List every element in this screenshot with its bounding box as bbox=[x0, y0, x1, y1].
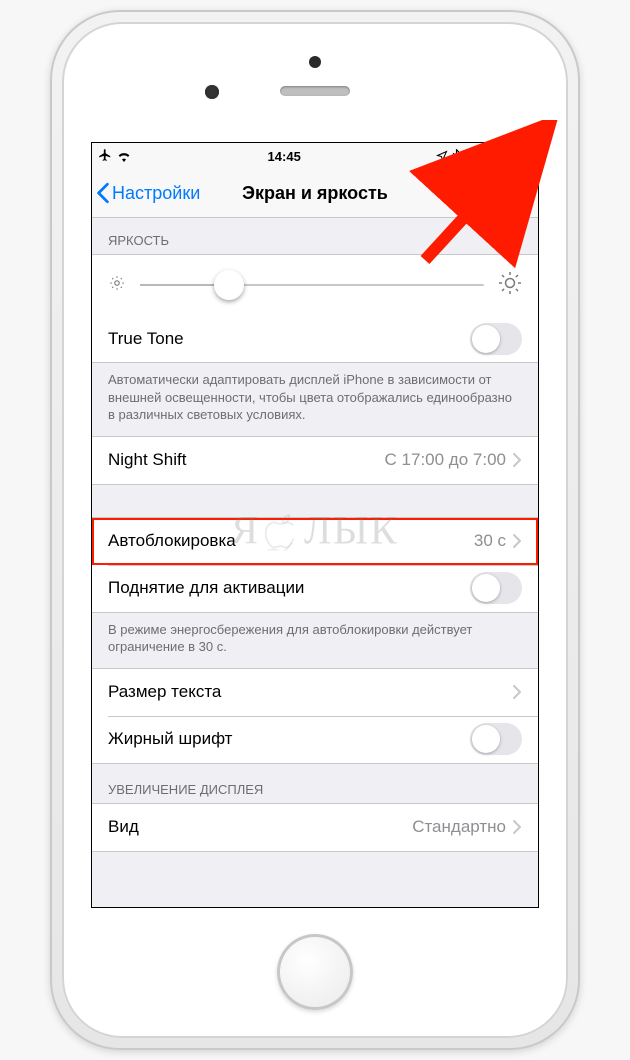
battery-percent: 70 % bbox=[465, 149, 495, 164]
home-button[interactable] bbox=[277, 934, 353, 1010]
bold-text-row: Жирный шрифт bbox=[92, 716, 538, 763]
raise-to-wake-toggle[interactable] bbox=[470, 572, 522, 604]
text-group: Размер текста Жирный шрифт bbox=[92, 668, 538, 764]
true-tone-footer: Автоматически адаптировать дисплей iPhon… bbox=[92, 363, 538, 436]
airplane-mode-icon bbox=[98, 148, 112, 165]
battery-fill bbox=[500, 150, 518, 162]
status-bar: 14:45 70 % bbox=[92, 143, 538, 169]
display-zoom-group: Вид Стандартно bbox=[92, 803, 538, 852]
display-zoom-header: УВЕЛИЧЕНИЕ ДИСПЛЕЯ bbox=[92, 764, 538, 803]
brightness-group: True Tone bbox=[92, 254, 538, 363]
view-row[interactable]: Вид Стандартно bbox=[92, 804, 538, 851]
text-size-label: Размер текста bbox=[108, 682, 512, 702]
iphone-bezel: 14:45 70 % bbox=[62, 22, 568, 1038]
brightness-slider-row bbox=[92, 255, 538, 315]
raise-to-wake-row: Поднятие для активации bbox=[92, 565, 538, 612]
status-time: 14:45 bbox=[268, 149, 301, 164]
bold-text-label: Жирный шрифт bbox=[108, 729, 470, 749]
stage: 14:45 70 % bbox=[0, 0, 630, 1060]
nav-bar: Настройки Экран и яркость bbox=[92, 169, 538, 218]
chevron-right-icon bbox=[512, 819, 522, 835]
back-label: Настройки bbox=[112, 183, 200, 204]
bold-text-toggle[interactable] bbox=[470, 723, 522, 755]
text-size-row[interactable]: Размер текста bbox=[92, 669, 538, 716]
true-tone-toggle[interactable] bbox=[470, 323, 522, 355]
brightness-slider[interactable] bbox=[140, 284, 484, 286]
chevron-right-icon bbox=[512, 533, 522, 549]
slider-thumb[interactable] bbox=[214, 270, 244, 300]
brightness-low-icon bbox=[108, 274, 126, 297]
iphone-frame: 14:45 70 % bbox=[50, 10, 580, 1050]
night-shift-label: Night Shift bbox=[108, 450, 385, 470]
chevron-right-icon bbox=[512, 684, 522, 700]
proximity-sensor bbox=[309, 56, 321, 68]
auto-lock-row[interactable]: Автоблокировка 30 с bbox=[92, 518, 538, 565]
true-tone-row: True Tone bbox=[92, 315, 538, 362]
status-left bbox=[98, 148, 132, 165]
earpiece-speaker bbox=[280, 86, 350, 96]
settings-content[interactable]: ЯРКОСТЬ bbox=[92, 215, 538, 907]
front-camera bbox=[205, 85, 219, 99]
brightness-high-icon bbox=[498, 271, 522, 300]
night-shift-group: Night Shift С 17:00 до 7:00 bbox=[92, 436, 538, 485]
auto-lock-label: Автоблокировка bbox=[108, 531, 474, 551]
status-right: 70 % bbox=[436, 149, 532, 164]
back-button[interactable]: Настройки bbox=[92, 182, 200, 204]
auto-lock-footer: В режиме энергосбережения для автоблокир… bbox=[92, 613, 538, 668]
page-title: Экран и яркость bbox=[242, 183, 388, 204]
screen: 14:45 70 % bbox=[91, 142, 539, 908]
night-shift-detail: С 17:00 до 7:00 bbox=[385, 450, 506, 470]
location-icon bbox=[436, 150, 448, 162]
auto-lock-group: Автоблокировка 30 с Поднятие для активац… bbox=[92, 517, 538, 613]
battery-icon bbox=[499, 149, 532, 163]
night-shift-row[interactable]: Night Shift С 17:00 до 7:00 bbox=[92, 437, 538, 484]
true-tone-label: True Tone bbox=[108, 329, 470, 349]
view-detail: Стандартно bbox=[412, 817, 506, 837]
wifi-icon bbox=[116, 150, 132, 162]
brightness-header: ЯРКОСТЬ bbox=[92, 215, 538, 254]
auto-lock-detail: 30 с bbox=[474, 531, 506, 551]
raise-to-wake-label: Поднятие для активации bbox=[108, 578, 470, 598]
view-label: Вид bbox=[108, 817, 412, 837]
bluetooth-icon bbox=[452, 149, 461, 163]
chevron-right-icon bbox=[512, 452, 522, 468]
